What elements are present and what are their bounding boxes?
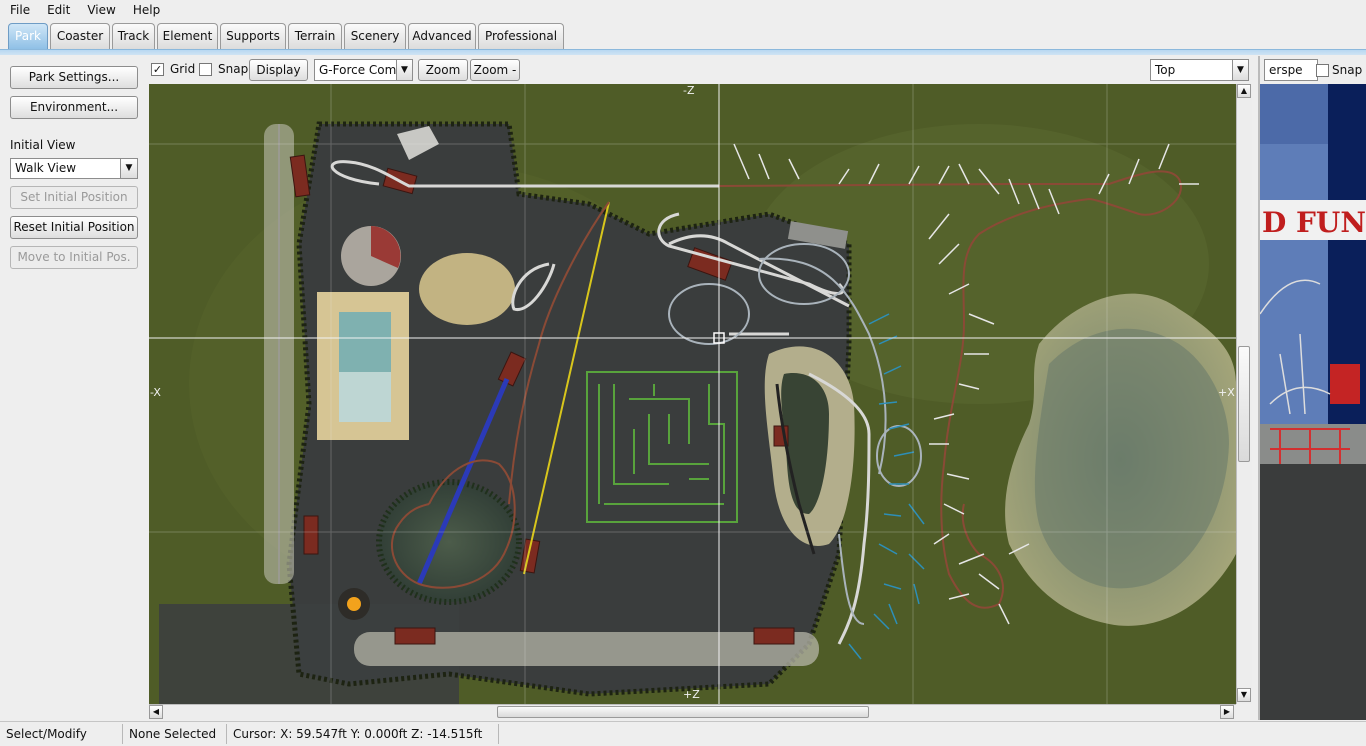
- vertical-scrollbar[interactable]: ▲ ▼: [1236, 84, 1252, 704]
- axis-label-bottom: +Z: [683, 688, 700, 701]
- menu-help[interactable]: Help: [123, 0, 167, 20]
- axis-label-left: -X: [150, 386, 161, 399]
- snap-checkbox[interactable]: [199, 63, 212, 76]
- status-selection: None Selected: [123, 724, 227, 744]
- tab-element[interactable]: Element: [157, 23, 218, 49]
- tab-professional[interactable]: Professional: [478, 23, 564, 49]
- tab-strip: Park Coaster Track Element Supports Terr…: [0, 20, 1366, 52]
- station-roof-9: [753, 627, 795, 645]
- chevron-down-icon[interactable]: ▼: [120, 159, 137, 178]
- vertical-scroll-thumb[interactable]: [1238, 346, 1250, 462]
- menu-edit[interactable]: Edit: [37, 0, 77, 20]
- scroll-up-arrow-icon[interactable]: ▲: [1237, 84, 1251, 98]
- set-initial-position-button[interactable]: Set Initial Position: [10, 186, 138, 209]
- scroll-right-arrow-icon[interactable]: ▶: [1220, 705, 1234, 719]
- chevron-down-icon[interactable]: ▼: [1232, 60, 1248, 80]
- axis-label-right: +X: [1218, 386, 1235, 399]
- view-direction-value: Top: [1155, 63, 1176, 77]
- station-roof-8: [394, 627, 436, 645]
- menu-bar: File Edit View Help: [0, 0, 1366, 20]
- move-to-initial-button[interactable]: Move to Initial Pos.: [10, 246, 138, 269]
- tab-terrain[interactable]: Terrain: [288, 23, 342, 49]
- snap-label: Snap: [218, 62, 249, 76]
- initial-view-value: Walk View: [15, 161, 77, 175]
- grid-checkbox[interactable]: ✓: [151, 63, 164, 76]
- playground-sand: [419, 253, 515, 325]
- status-mode: Select/Modify: [0, 724, 123, 744]
- preview-scene: [1260, 84, 1366, 720]
- 3d-preview-pane[interactable]: erspe Snap D FUN: [1258, 56, 1366, 720]
- axis-label-top: -Z: [683, 84, 695, 97]
- park-panel: Park Settings... Environment... Initial …: [0, 56, 148, 720]
- zoom-in-button[interactable]: Zoom +: [418, 59, 468, 97]
- station-roof-6: [303, 515, 319, 555]
- gforce-select[interactable]: G-Force Coml ▼: [314, 59, 413, 81]
- tab-divider: [0, 49, 1366, 55]
- display-button[interactable]: Display: [249, 59, 308, 81]
- editor-toolbar: ✓ Grid Snap Display G-Force Coml ▼ Zoom …: [148, 56, 1254, 97]
- reset-initial-position-button[interactable]: Reset Initial Position: [10, 216, 138, 239]
- preview-sign-text: D FUN: [1262, 206, 1366, 239]
- initial-view-label: Initial View: [10, 138, 76, 152]
- preview-snap-checkbox[interactable]: [1316, 64, 1329, 77]
- tab-scenery[interactable]: Scenery: [344, 23, 406, 49]
- preview-toolbar: erspe Snap: [1260, 56, 1366, 84]
- menu-file[interactable]: File: [0, 0, 37, 20]
- park-map-canvas[interactable]: [149, 84, 1236, 704]
- status-cursor: Cursor: X: 59.547ft Y: 0.000ft Z: -14.51…: [227, 724, 499, 744]
- chevron-down-icon[interactable]: ▼: [396, 60, 412, 80]
- horizontal-scroll-thumb[interactable]: [497, 706, 869, 718]
- tab-advanced[interactable]: Advanced: [408, 23, 476, 49]
- tab-track[interactable]: Track: [112, 23, 155, 49]
- scroll-left-arrow-icon[interactable]: ◀: [149, 705, 163, 719]
- horizontal-scrollbar[interactable]: ◀ ▶: [149, 704, 1236, 720]
- status-bar: Select/Modify None Selected Cursor: X: 5…: [0, 721, 1366, 746]
- park-map-view[interactable]: -Z +Z -X +X: [149, 84, 1236, 704]
- scroll-down-arrow-icon[interactable]: ▼: [1237, 688, 1251, 702]
- preview-view-value: erspe: [1269, 63, 1303, 77]
- tab-coaster[interactable]: Coaster: [50, 23, 110, 49]
- initial-view-select[interactable]: Walk View ▼: [10, 158, 138, 179]
- zoom-out-button[interactable]: Zoom -: [470, 59, 520, 81]
- park-settings-button[interactable]: Park Settings...: [10, 66, 138, 89]
- preview-snap-label: Snap: [1332, 63, 1363, 77]
- gforce-value: G-Force Coml: [319, 63, 400, 77]
- environment-button[interactable]: Environment...: [10, 96, 138, 119]
- tab-park[interactable]: Park: [8, 23, 48, 49]
- preview-view-select[interactable]: erspe: [1264, 59, 1318, 81]
- tab-supports[interactable]: Supports: [220, 23, 286, 49]
- view-direction-select[interactable]: Top ▼: [1150, 59, 1249, 81]
- menu-view[interactable]: View: [77, 0, 122, 20]
- grid-label: Grid: [170, 62, 196, 76]
